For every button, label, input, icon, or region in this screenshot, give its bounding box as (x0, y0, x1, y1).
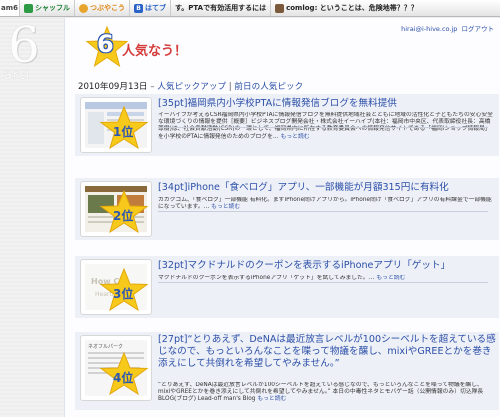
date-dash: – (147, 82, 158, 92)
entry-excerpt: イーハイブが考えるCSR福岡県内小学校PTAに情報発信ブログを無料提供地域社会と… (158, 112, 494, 148)
entry-title-link[interactable]: [27pt]“とりあえず、DeNAは最近放言レベルが100シーベルトを超えている… (158, 334, 498, 370)
entry-thumbnail[interactable]: 1位 (80, 97, 152, 153)
user-nav: hirai@i-hive.co.jp ログアウト (399, 23, 494, 33)
svg-text:ネオフルパーク: ネオフルパーク (88, 344, 123, 350)
comlog-text: comlog: ということは、危険地帯？？？ (286, 4, 418, 12)
comlog-link[interactable]: comlog: ということは、危険地帯？？？ (271, 0, 422, 16)
list-item: How C Heartfull 3位 [32pt]マクドナルドのクーポンを表示す… (75, 256, 499, 318)
read-more-link[interactable]: もっと読む (281, 134, 310, 140)
entry-points: [27pt] (158, 334, 188, 345)
entry-excerpt: カカクコム、「食べログ」一部機能 有料化。まずiPhone向けアプリから。iPh… (158, 197, 494, 219)
entry-points: [34pt] (158, 182, 188, 193)
entry-excerpt-text: イーハイブが考えるCSR福岡県内小学校PTAに情報発信ブログを無料提供地域社会と… (158, 112, 493, 140)
entry-title-link[interactable]: [35pt]福岡県内小学校PTAに情報発信ブログを無料提供 (158, 98, 498, 109)
user-email-link[interactable]: hirai@i-hive.co.jp (401, 25, 457, 33)
logo-number: 6 (97, 30, 114, 58)
tweet-icon (79, 3, 88, 13)
rank-label: 4位 (113, 371, 134, 385)
toolbar-news-text: す。PTAで有効活用するには (175, 4, 267, 12)
list-item: 1位 [35pt]福岡県内小学校PTAに情報発信ブログを無料提供 イーハイブが考… (75, 94, 499, 156)
toolbar-news[interactable]: す。PTAで有効活用するには (171, 0, 272, 16)
entry-title-link[interactable]: [34pt]iPhone「食べログ」アプリ、一部機能が月額315円に有料化 (158, 182, 498, 193)
entry-divider (158, 211, 488, 212)
rank-badge: 4位 (99, 352, 149, 396)
side-brand: 6 arti (2, 20, 50, 100)
logout-link[interactable]: ログアウト (462, 25, 495, 33)
entry-points: [35pt] (158, 98, 188, 109)
entry-divider (158, 127, 488, 128)
comlog-avatar-icon (275, 3, 285, 13)
hatena-bookmark-icon: B (134, 3, 143, 13)
list-item: ネオフルパーク 4位 [27pt]“とりあえず、DeNAは最近放言レベルが100… (75, 332, 499, 410)
shuffle-button[interactable]: シャッフル (20, 0, 75, 16)
shuffle-icon (24, 3, 33, 13)
entry-excerpt-text: “とりあえず、DeNAは最近放言レベルが100シーベルトを超えている感じなので、… (158, 382, 484, 403)
side-brand-text: arti (4, 68, 31, 83)
site-logo[interactable]: 6 人気なう！ (85, 26, 205, 68)
rank-label: 3位 (113, 287, 134, 301)
entry-thumbnail[interactable]: How C Heartfull 3位 (80, 259, 152, 315)
entry-thumbnail[interactable]: ネオフルパーク 4位 (80, 335, 152, 401)
rank-label: 2位 (113, 209, 134, 223)
previous-day-link[interactable]: 前日の人気ピック (234, 82, 303, 92)
rank-badge: 3位 (99, 268, 149, 312)
logo-title: 人気なう！ (122, 44, 188, 59)
hatebu-label: はてブ (145, 4, 166, 12)
entry-thumbnail[interactable]: 2位 (80, 181, 152, 237)
entry-points: [32pt] (158, 260, 188, 271)
toolbar-logo[interactable]: am6 (0, 0, 20, 16)
shuffle-label: シャッフル (35, 4, 70, 12)
entry-title: 福岡県内小学校PTAに情報発信ブログを無料提供 (187, 98, 397, 109)
top-toolbar: am6 シャッフル つぶやこう B はてブ す。PTAで有効活用するには com… (0, 0, 500, 17)
entry-title: “とりあえず、DeNAは最近放言レベルが100シーベルトを超えている感じなので、… (158, 334, 496, 369)
popular-pickup-link[interactable]: 人気ピックアップ (157, 82, 226, 92)
entry-title-link[interactable]: [32pt]マクドナルドのクーポンを表示するiPhoneアプリ「ゲット」 (158, 260, 498, 271)
read-more-link[interactable]: もっと読む (211, 204, 240, 210)
read-more-link[interactable]: もっと読む (257, 396, 286, 402)
entry-title: マクドナルドのクーポンを表示するiPhoneアプリ「ゲット」 (187, 260, 451, 271)
entry-divider (158, 282, 488, 283)
date-heading: 2010年09月13日 – 人気ピックアップ | 前日の人気ピック (78, 80, 303, 92)
rank-badge: 2位 (99, 190, 149, 234)
tweet-button[interactable]: つぶやこう (75, 0, 130, 16)
entry-excerpt: “とりあえず、DeNAは最近放言レベルが100シーベルトを超えている感じなので、… (158, 382, 494, 410)
main-panel: hirai@i-hive.co.jp ログアウト 6 人気なう！ 2010年09… (64, 18, 500, 417)
side-brand-number: 6 (8, 16, 40, 74)
entry-excerpt: マクドナルドのクーポンを表示するiPhoneアプリ「ゲット」を試してみました。…… (158, 275, 494, 291)
list-item: 2位 [34pt]iPhone「食べログ」アプリ、一部機能が月額315円に有料化… (75, 178, 499, 240)
entry-excerpt-text: マクドナルドのクーポンを表示するiPhoneアプリ「ゲット」を試してみました。… (158, 275, 375, 281)
entry-excerpt-text: カカクコム、「食べログ」一部機能 有料化。まずiPhone向けアプリから。iPh… (158, 197, 492, 211)
rank-label: 1位 (113, 125, 134, 139)
read-more-link[interactable]: もっと読む (376, 275, 405, 281)
hatebu-button[interactable]: B はてブ (130, 0, 171, 16)
rank-badge: 1位 (99, 106, 149, 150)
date-text: 2010年09月13日 (78, 82, 148, 92)
tweet-label: つぶやこう (90, 4, 125, 12)
entry-title: iPhone「食べログ」アプリ、一部機能が月額315円に有料化 (187, 182, 449, 193)
